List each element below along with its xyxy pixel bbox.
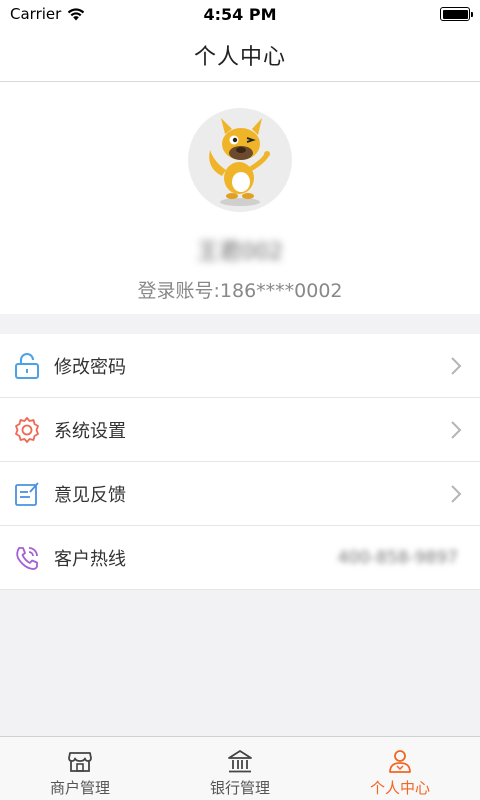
- wifi-icon: [68, 7, 85, 20]
- menu-item-label: 意见反馈: [54, 484, 126, 506]
- settings-menu: 修改密码 系统设置 意见反馈 客户热线 400-858-9897: [0, 334, 480, 590]
- battery-icon: [440, 7, 473, 21]
- lock-icon: [12, 351, 42, 381]
- tab-bar: 商户管理 银行管理 个人中心: [0, 736, 480, 800]
- person-icon: [389, 750, 411, 773]
- chevron-right-icon: [451, 356, 462, 375]
- tab-personal-center[interactable]: 个人中心: [320, 737, 480, 800]
- page-title: 个人中心: [193, 44, 286, 70]
- phone-icon: [12, 543, 42, 573]
- profile-section: 王君002 登录账号:186****0002: [0, 82, 480, 314]
- menu-item-label: 系统设置: [54, 420, 126, 442]
- status-left: Carrier: [10, 5, 85, 23]
- nav-bar: 个人中心: [0, 28, 480, 82]
- store-icon: [68, 752, 92, 772]
- tab-label: 商户管理: [49, 779, 110, 797]
- avatar[interactable]: [188, 108, 292, 212]
- menu-item-label: 客户热线: [54, 548, 126, 570]
- menu-item-feedback[interactable]: 意见反馈: [0, 462, 480, 526]
- account-number: 登录账号:186****0002: [137, 280, 343, 302]
- hotline-number[interactable]: 400-858-9897: [338, 548, 458, 568]
- chevron-right-icon: [451, 420, 462, 439]
- chevron-right-icon: [451, 484, 462, 503]
- user-name: 王君002: [197, 240, 283, 265]
- tab-label: 个人中心: [369, 779, 430, 797]
- menu-item-customer-hotline[interactable]: 客户热线 400-858-9897: [0, 526, 480, 590]
- tab-label: 银行管理: [209, 779, 270, 797]
- kangaroo-mascot-icon: [209, 118, 270, 206]
- menu-item-change-password[interactable]: 修改密码: [0, 334, 480, 398]
- tab-bank-management[interactable]: 银行管理: [160, 737, 320, 800]
- gear-icon: [12, 415, 42, 445]
- status-bar: Carrier 4:54 PM: [0, 0, 480, 28]
- tab-merchant-management[interactable]: 商户管理: [0, 737, 160, 800]
- carrier-label: Carrier: [10, 5, 62, 23]
- feedback-icon: [12, 479, 42, 509]
- menu-item-label: 修改密码: [54, 356, 126, 378]
- bank-icon: [228, 750, 252, 773]
- menu-item-system-settings[interactable]: 系统设置: [0, 398, 480, 462]
